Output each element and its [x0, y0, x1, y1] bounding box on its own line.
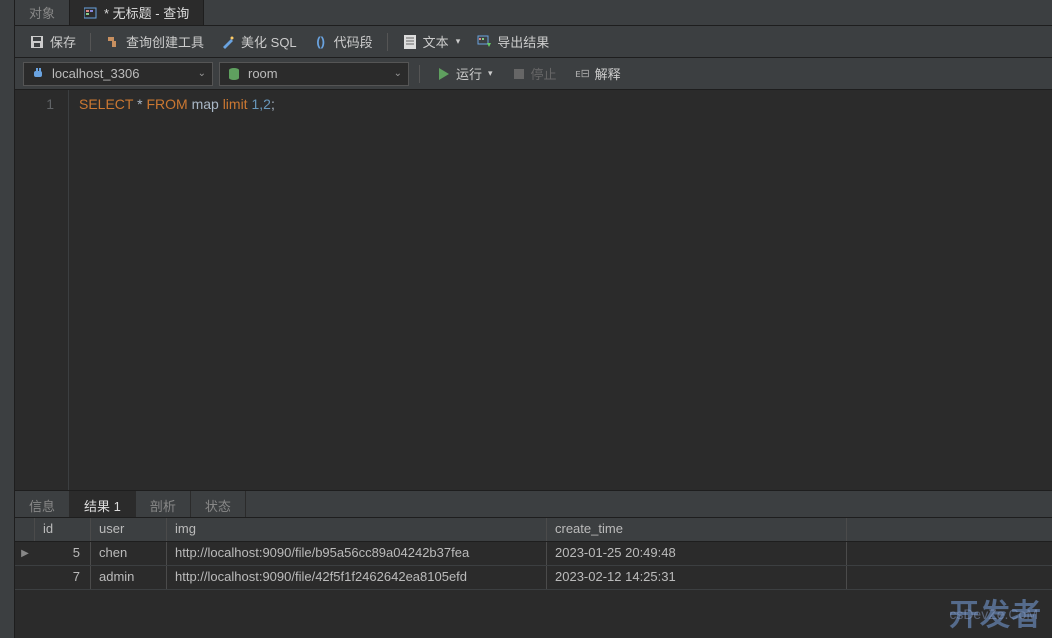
col-header-img[interactable]: img [167, 518, 547, 541]
export-button[interactable]: 导出结果 [470, 29, 555, 54]
save-icon [29, 34, 45, 50]
chevron-down-icon: ▾ [488, 68, 493, 79]
result-table: id user img create_time ▶ 5 chen http://… [15, 518, 1052, 590]
query-builder-button[interactable]: 查询创建工具 [99, 29, 210, 54]
doc-icon [402, 34, 418, 50]
tab-objects[interactable]: 对象 [15, 0, 70, 25]
database-icon [226, 66, 242, 82]
plug-icon [30, 66, 46, 82]
save-button[interactable]: 保存 [23, 29, 82, 54]
col-header-create-time[interactable]: create_time [547, 518, 847, 541]
tab-status[interactable]: 状态 [191, 491, 246, 517]
beautify-sql-button[interactable]: 美化 SQL [214, 29, 303, 54]
stop-button[interactable]: 停止 [505, 61, 563, 86]
col-header-id[interactable]: id [35, 518, 91, 541]
tab-query[interactable]: * 无标题 - 查询 [70, 0, 204, 25]
text-button[interactable]: 文本 ▾ [396, 29, 467, 54]
table-row[interactable]: ▶ 5 chen http://localhost:9090/file/b95a… [15, 542, 1052, 566]
table-row[interactable]: 7 admin http://localhost:9090/file/42f5f… [15, 566, 1052, 590]
play-icon [436, 66, 452, 82]
stop-icon [511, 66, 527, 82]
tab-profile[interactable]: 剖析 [136, 491, 191, 517]
export-icon [476, 34, 492, 50]
database-dropdown[interactable]: room ⌄ [219, 62, 409, 86]
line-gutter: 1 [15, 90, 69, 490]
chevron-down-icon: ▾ [456, 36, 461, 47]
query-tab-icon [84, 7, 98, 19]
result-tabs: 信息 结果 1 剖析 状态 [15, 490, 1052, 518]
connection-dropdown[interactable]: localhost_3306 ⌄ [23, 62, 213, 86]
toolbar: 保存 查询创建工具 美化 SQL () 代码段 文本 ▾ [15, 26, 1052, 58]
sql-editor[interactable]: 1 SELECT * FROM map limit 1,2; [15, 90, 1052, 490]
explain-icon: ᴇ⊟ [575, 66, 591, 82]
hammer-icon [105, 34, 121, 50]
chevron-down-icon: ⌄ [198, 68, 206, 79]
chevron-down-icon: ⌄ [394, 68, 402, 79]
tab-result[interactable]: 结果 1 [70, 491, 136, 517]
connection-row: localhost_3306 ⌄ room ⌄ 运行 ▾ 停止 [15, 58, 1052, 90]
code-snippet-button[interactable]: () 代码段 [307, 29, 379, 54]
wand-icon [220, 34, 236, 50]
code-area[interactable]: SELECT * FROM map limit 1,2; [69, 90, 285, 490]
row-marker-icon: ▶ [15, 542, 35, 565]
col-header-user[interactable]: user [91, 518, 167, 541]
tab-info[interactable]: 信息 [15, 491, 70, 517]
run-button[interactable]: 运行 ▾ [430, 61, 499, 86]
explain-button[interactable]: ᴇ⊟ 解释 [569, 61, 627, 86]
braces-icon: () [313, 34, 329, 50]
editor-tabs: 对象 * 无标题 - 查询 [15, 0, 1052, 26]
